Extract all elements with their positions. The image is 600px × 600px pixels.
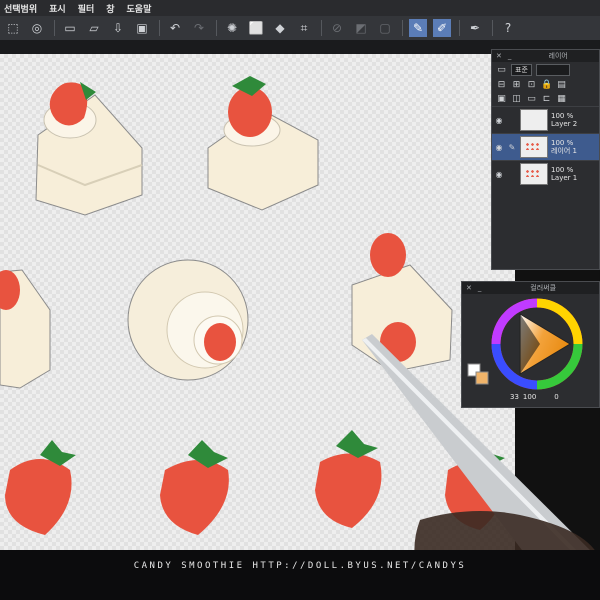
bottom-bezel [0,550,600,600]
watermark-text: CANDY SMOOTHIE HTTP://DOLL.BYUS.NET/CAND… [133,561,467,571]
stylus-pen [362,334,600,600]
